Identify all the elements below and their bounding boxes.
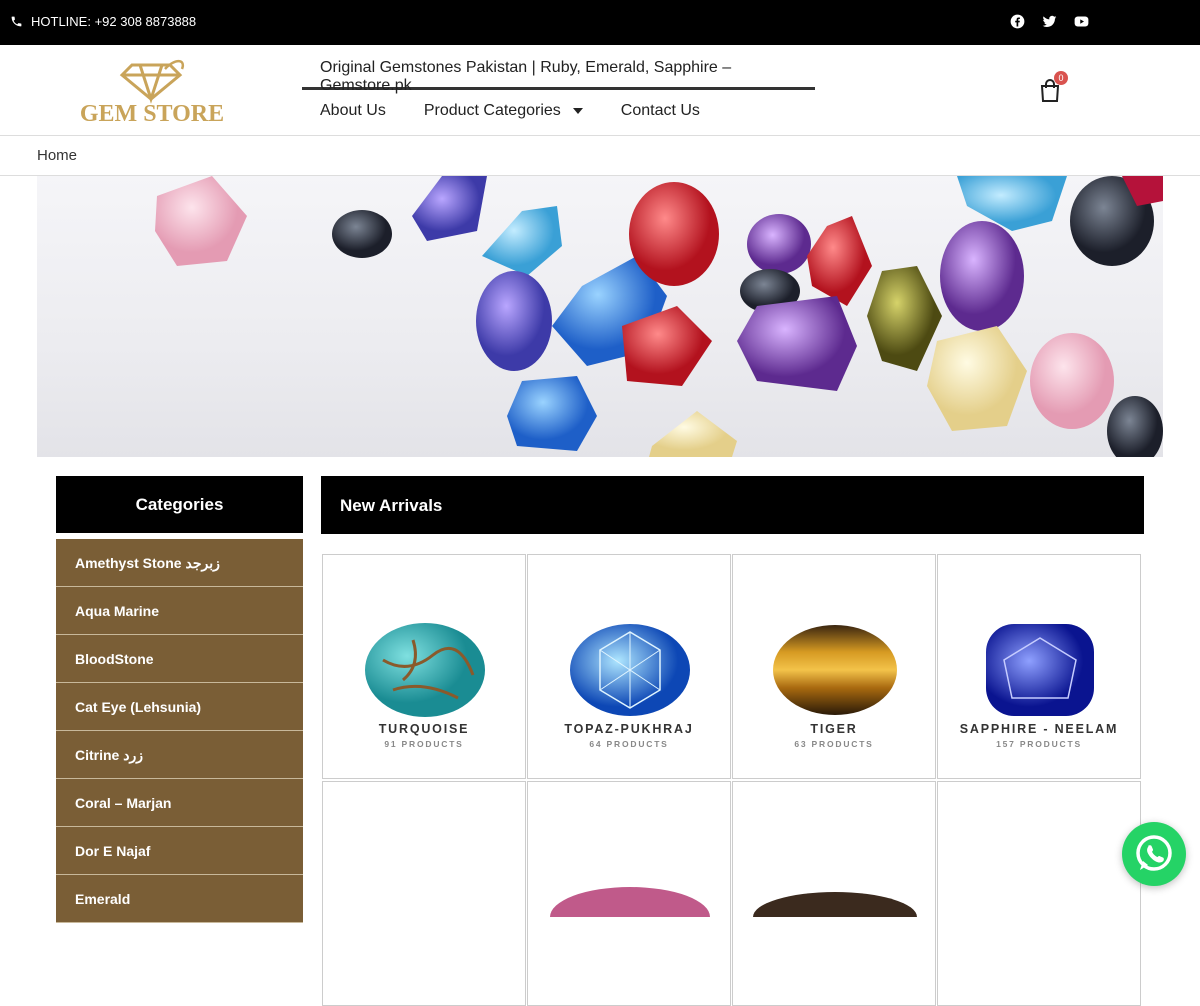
categories-list: Amethyst Stone زبرجد Aqua Marine BloodSt… [56, 539, 303, 923]
chevron-down-icon [572, 108, 583, 114]
hotline-text: HOTLINE: +92 308 8873888 [31, 14, 197, 29]
product-card-tiger[interactable]: TIGER 63 PRODUCTS [732, 554, 936, 779]
product-name: SAPPHIRE - NEELAM [959, 722, 1119, 736]
product-count: 63 PRODUCTS [794, 739, 874, 749]
product-card[interactable] [527, 781, 731, 1006]
category-citrine[interactable]: Citrine زرد [56, 731, 303, 779]
nav-product-categories-label: Product Categories [423, 102, 561, 119]
nav-about-us-label: About Us [320, 102, 386, 119]
product-card[interactable] [732, 781, 936, 1006]
whatsapp-icon [1136, 835, 1172, 871]
topaz-gem-image [570, 624, 690, 716]
breadcrumb-home[interactable]: Home [37, 147, 77, 164]
product-card[interactable] [322, 781, 526, 1006]
product-count: 64 PRODUCTS [589, 739, 669, 749]
sapphire-gem-image [986, 624, 1094, 716]
hotline[interactable]: HOTLINE: +92 308 8873888 [10, 14, 196, 29]
gem-store-logo[interactable]: GEM STORE [70, 53, 235, 128]
breadcrumb: Home [0, 136, 1200, 176]
product-card-topaz[interactable]: TOPAZ-PUKHRAJ 64 PRODUCTS [527, 554, 731, 779]
tiger-eye-gem-image [773, 625, 897, 715]
product-card[interactable] [937, 781, 1141, 1006]
nav-contact-us[interactable]: Contact Us [621, 102, 700, 120]
nav-product-categories[interactable]: Product Categories [424, 102, 583, 120]
nav-about-us[interactable]: About Us [320, 102, 386, 120]
category-bloodstone[interactable]: BloodStone [56, 635, 303, 683]
categories-heading: Categories [56, 476, 303, 533]
category-aqua-marine[interactable]: Aqua Marine [56, 587, 303, 635]
twitter-icon[interactable] [1042, 14, 1057, 29]
facebook-icon[interactable] [1010, 14, 1025, 29]
hero-banner-image [37, 176, 1163, 457]
youtube-icon[interactable] [1074, 14, 1089, 29]
category-amethyst[interactable]: Amethyst Stone زبرجد [56, 539, 303, 587]
product-name: TURQUOISE [378, 722, 470, 736]
product-count: 157 PRODUCTS [996, 739, 1082, 749]
product-count: 91 PRODUCTS [384, 739, 464, 749]
category-coral[interactable]: Coral – Marjan [56, 779, 303, 827]
product-card-turquoise[interactable]: TURQUOISE 91 PRODUCTS [322, 554, 526, 779]
product-card-sapphire[interactable]: SAPPHIRE - NEELAM 157 PRODUCTS [937, 554, 1141, 779]
top-bar: HOTLINE: +92 308 8873888 [0, 0, 1200, 45]
product-name: TOPAZ-PUKHRAJ [564, 722, 694, 736]
phone-icon [11, 16, 22, 27]
product-name: TIGER [810, 722, 858, 736]
new-arrivals-heading: New Arrivals [321, 476, 1144, 534]
svg-text:GEM STORE: GEM STORE [80, 101, 224, 127]
turquoise-gem-image [365, 623, 485, 717]
nav-contact-us-label: Contact Us [620, 102, 700, 119]
category-cat-eye[interactable]: Cat Eye (Lehsunia) [56, 683, 303, 731]
whatsapp-chat-button[interactable] [1122, 822, 1186, 886]
category-emerald[interactable]: Emerald [56, 875, 303, 923]
site-title[interactable]: Original Gemstones Pakistan | Ruby, Emer… [302, 45, 815, 94]
social-links [1010, 14, 1089, 29]
site-header: GEM STORE Original Gemstones Pakistan | … [0, 45, 1200, 136]
gem-image [550, 887, 710, 917]
cart-count-badge: 0 [1054, 71, 1068, 85]
category-dor-e-najaf[interactable]: Dor E Najaf [56, 827, 303, 875]
gem-image [753, 892, 917, 917]
main-nav: About Us Product Categories Contact Us [320, 102, 700, 120]
